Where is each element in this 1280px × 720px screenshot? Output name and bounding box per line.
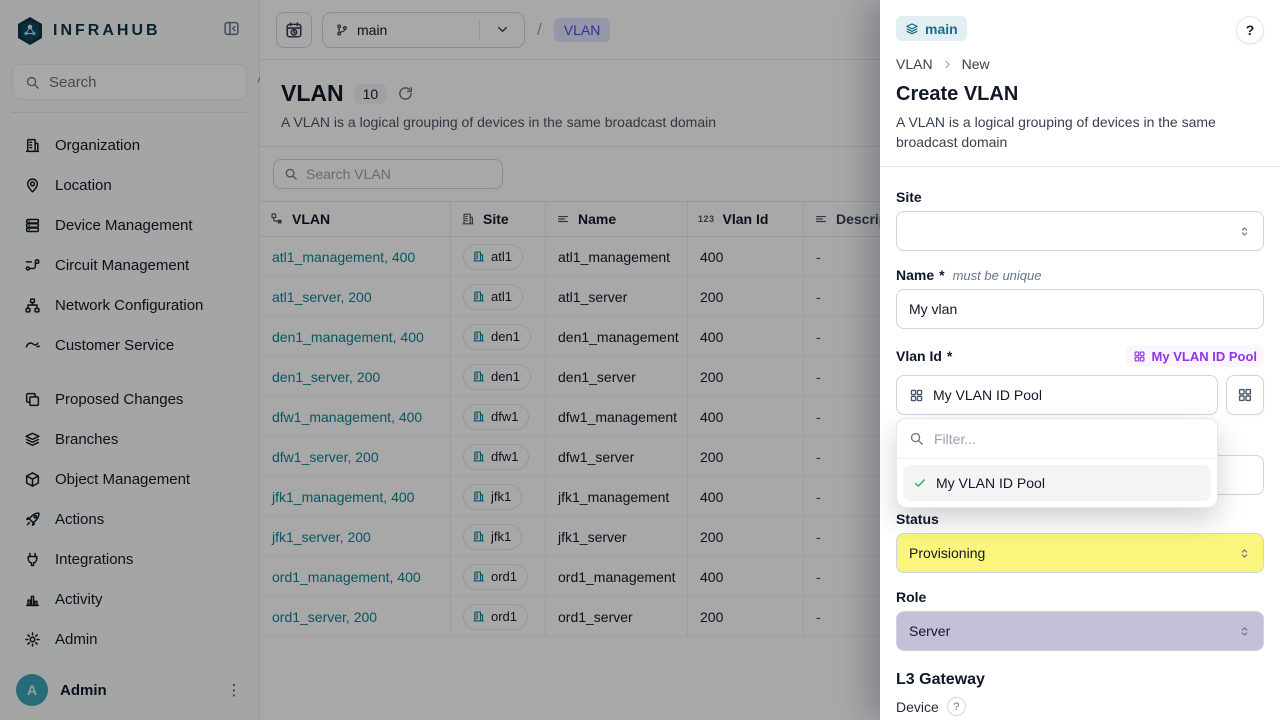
role-label: Role	[896, 589, 926, 605]
pool-grid-icon	[909, 388, 924, 403]
pool-grid-icon	[1237, 387, 1253, 403]
chevrons-up-down-icon	[1238, 625, 1251, 638]
drawer-breadcrumb: VLAN New	[896, 56, 1264, 72]
drawer-branch-name: main	[925, 21, 958, 37]
required-asterisk: *	[947, 348, 952, 364]
pool-filter-input[interactable]	[934, 431, 1205, 447]
help-button[interactable]: ?	[1236, 16, 1264, 44]
vlan-id-label: Vlan Id	[896, 348, 942, 364]
role-value: Server	[909, 623, 1238, 639]
breadcrumb-parent[interactable]: VLAN	[896, 56, 933, 72]
chevrons-up-down-icon	[1238, 225, 1251, 238]
create-vlan-form: Site Name * must be unique	[896, 167, 1264, 720]
site-label: Site	[896, 189, 922, 205]
chevron-right-icon	[941, 58, 954, 71]
pool-options: My VLAN ID Pool	[897, 459, 1217, 507]
check-icon	[913, 476, 927, 490]
drawer-description: A VLAN is a logical grouping of devices …	[896, 112, 1264, 152]
name-input[interactable]	[909, 301, 1251, 317]
device-label-row: Device ?	[896, 697, 1264, 716]
device-help-badge[interactable]: ?	[947, 697, 966, 716]
search-icon	[909, 431, 924, 446]
status-value: Provisioning	[909, 545, 1238, 561]
name-input-wrap	[896, 289, 1264, 329]
status-select[interactable]: Provisioning	[896, 533, 1264, 573]
status-field: Status Provisioning	[896, 511, 1264, 573]
app-screen: INFRAHUB ^K OrganizationLocationDevice M…	[0, 0, 1280, 720]
create-vlan-drawer: main ? VLAN New Create VLAN A VLAN is a …	[880, 0, 1280, 720]
role-field: Role Server	[896, 589, 1264, 651]
name-hint: must be unique	[953, 268, 1042, 283]
pool-badge[interactable]: My VLAN ID Pool	[1126, 345, 1264, 367]
l3-gateway-heading: L3 Gateway	[896, 671, 1264, 689]
chevrons-up-down-icon	[1238, 547, 1251, 560]
vlan-id-input-wrap	[896, 375, 1218, 415]
name-label: Name	[896, 267, 934, 283]
name-field: Name * must be unique	[896, 267, 1264, 329]
site-field: Site	[896, 189, 1264, 251]
layers-icon	[905, 22, 919, 36]
pool-grid-icon	[1133, 350, 1146, 363]
pool-badge-label: My VLAN ID Pool	[1152, 349, 1257, 364]
site-select[interactable]	[896, 211, 1264, 251]
pool-filter[interactable]	[897, 419, 1217, 459]
pool-option[interactable]: My VLAN ID Pool	[903, 465, 1211, 501]
device-label: Device	[896, 699, 939, 715]
vlan-id-field: Vlan Id * My VLAN ID Pool	[896, 345, 1264, 415]
vlan-id-input[interactable]	[933, 387, 1205, 403]
pool-picker-button[interactable]	[1226, 375, 1264, 415]
pool-dropdown: My VLAN ID Pool	[896, 418, 1218, 508]
required-asterisk: *	[939, 267, 944, 283]
status-label: Status	[896, 511, 939, 527]
drawer-branch-badge: main	[896, 16, 967, 41]
breadcrumb-current: New	[962, 56, 990, 72]
drawer-title: Create VLAN	[896, 83, 1264, 106]
role-select[interactable]: Server	[896, 611, 1264, 651]
